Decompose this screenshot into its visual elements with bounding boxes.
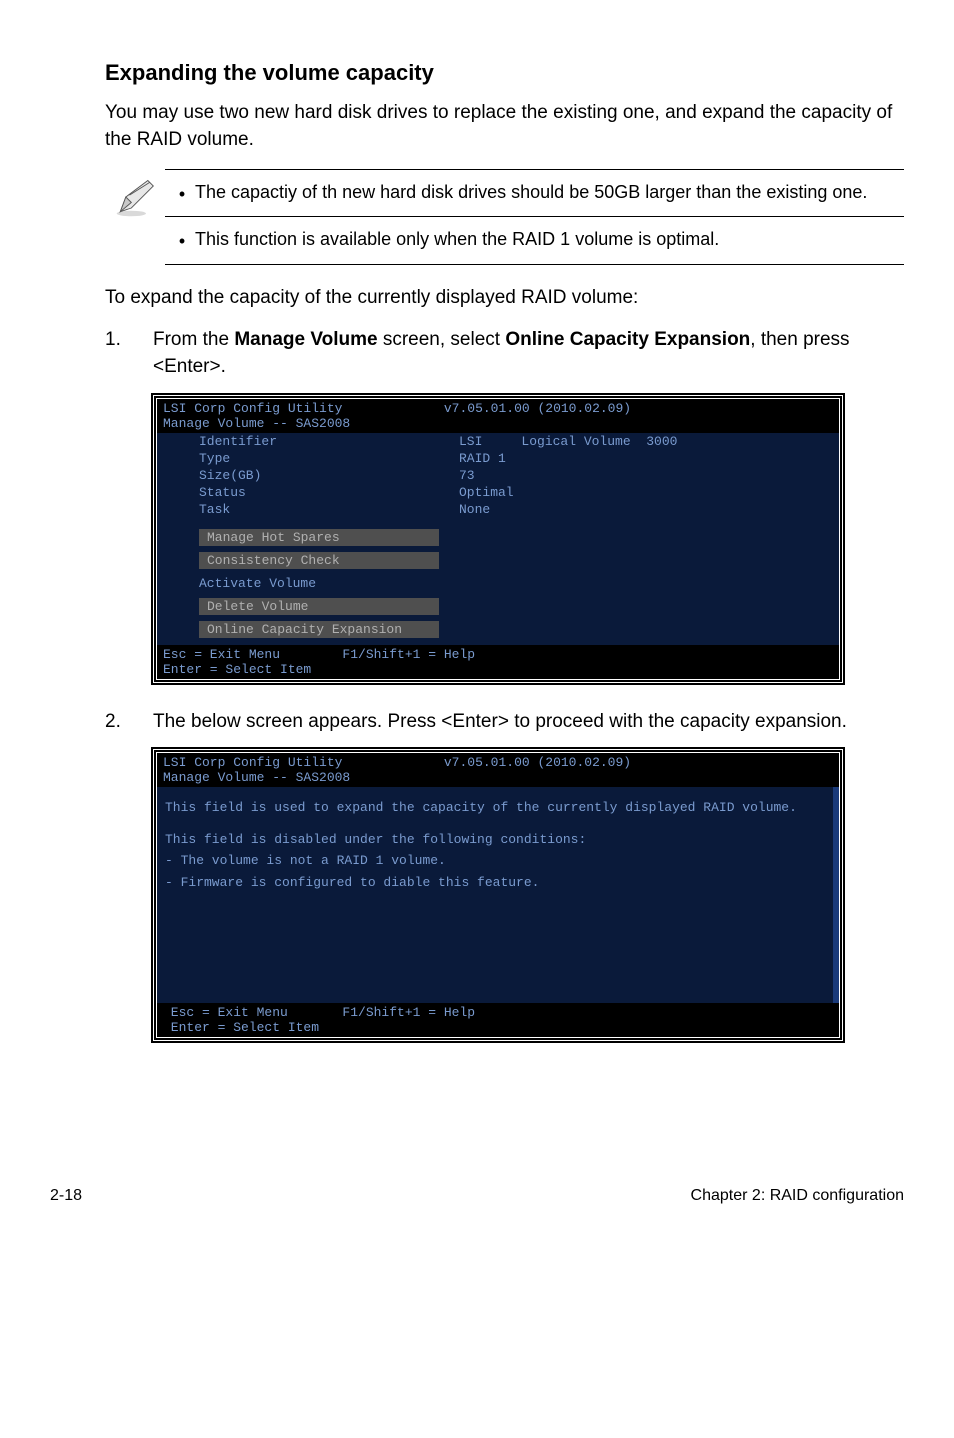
kv-value: LSI Logical Volume 3000 (459, 434, 677, 449)
spacer (157, 819, 833, 829)
terminal-paragraph: This field is used to expand the capacit… (157, 797, 833, 819)
terminal-title-left: LSI Corp Config Utility (163, 401, 342, 416)
note-text: This function is available only when the… (195, 227, 900, 251)
terminal-subtitle: Manage Volume -- SAS2008 (163, 770, 350, 785)
bullet-dot: • (169, 227, 195, 253)
note-item: • The capactiy of th new hard disk drive… (165, 170, 904, 216)
terminal-paragraph: - The volume is not a RAID 1 volume. (157, 850, 833, 872)
terminal-footer: Esc = Exit Menu F1/Shift+1 = Help Enter … (157, 1003, 839, 1037)
page: Expanding the volume capacity You may us… (0, 0, 954, 1107)
terminal-kv-row: Size(GB)73 (157, 467, 839, 484)
spacer (157, 518, 839, 526)
kv-key: Task (199, 502, 459, 517)
menu-item-activate-volume: Activate Volume (199, 575, 324, 592)
kv-key: Status (199, 485, 459, 500)
intro-paragraph: You may use two new hard disk drives to … (105, 100, 904, 153)
note-item: • This function is available only when t… (165, 216, 904, 263)
note-icon-col (105, 169, 165, 219)
terminal-screenshot-2: LSI Corp Config Utility v7.05.01.00 (201… (153, 749, 843, 1041)
note-text: The capactiy of th new hard disk drives … (195, 180, 900, 204)
note-list: • The capactiy of th new hard disk drive… (165, 169, 904, 265)
kv-key: Type (199, 451, 459, 466)
step-text: screen, select (378, 329, 506, 350)
step-text: From the (153, 329, 234, 350)
terminal-titlebar: LSI Corp Config Utility v7.05.01.00 (201… (157, 753, 839, 787)
step-list: 2. The below screen appears. Press <Ente… (105, 709, 904, 736)
step-number: 2. (105, 709, 153, 736)
bullet-dot: • (169, 180, 195, 206)
terminal-footer-line: Enter = Select Item (163, 662, 311, 677)
terminal-title-right: v7.05.01.00 (2010.02.09) (444, 401, 631, 416)
kv-value: 73 (459, 468, 475, 483)
spacer (157, 787, 833, 797)
kv-key: Size(GB) (199, 468, 459, 483)
pencil-icon (113, 175, 157, 219)
step-list: 1. From the Manage Volume screen, select… (105, 327, 904, 380)
step-number: 1. (105, 327, 153, 380)
terminal-title-left: LSI Corp Config Utility (163, 755, 342, 770)
terminal-kv-row: IdentifierLSI Logical Volume 3000 (157, 433, 839, 450)
chapter-label: Chapter 2: RAID configuration (691, 1187, 904, 1205)
section-heading: Expanding the volume capacity (105, 60, 904, 86)
kv-key: Identifier (199, 434, 459, 449)
lead-paragraph: To expand the capacity of the currently … (105, 285, 904, 312)
terminal-footer: Esc = Exit Menu F1/Shift+1 = Help Enter … (157, 645, 839, 679)
terminal-body: This field is used to expand the capacit… (157, 787, 839, 1003)
terminal-titlebar: LSI Corp Config Utility v7.05.01.00 (201… (157, 399, 839, 433)
terminal-footer-line: Enter = Select Item (163, 1020, 319, 1035)
terminal-subtitle: Manage Volume -- SAS2008 (163, 416, 350, 431)
kv-value: None (459, 502, 490, 517)
step-bold: Manage Volume (234, 329, 377, 350)
step-2: 2. The below screen appears. Press <Ente… (105, 709, 904, 736)
kv-value: RAID 1 (459, 451, 506, 466)
terminal-title-right: v7.05.01.00 (2010.02.09) (444, 755, 631, 770)
terminal-paragraph: - Firmware is configured to diable this … (157, 872, 833, 894)
menu-item-hot-spares: Manage Hot Spares (199, 529, 439, 546)
menu-item-online-capacity-expansion: Online Capacity Expansion (199, 621, 439, 638)
terminal-paragraph: This field is disabled under the followi… (157, 829, 833, 851)
menu-item-consistency-check: Consistency Check (199, 552, 439, 569)
terminal-kv-row: StatusOptimal (157, 484, 839, 501)
terminal-footer-line: Esc = Exit Menu F1/Shift+1 = Help (163, 647, 475, 662)
terminal-body: IdentifierLSI Logical Volume 3000 TypeRA… (157, 433, 839, 645)
note-block: • The capactiy of th new hard disk drive… (105, 169, 904, 265)
step-bold: Online Capacity Expansion (505, 329, 750, 350)
page-number: 2-18 (50, 1187, 82, 1205)
terminal-kv-row: TaskNone (157, 501, 839, 518)
menu-item-delete-volume: Delete Volume (199, 598, 439, 615)
page-footer: 2-18 Chapter 2: RAID configuration (50, 1187, 904, 1205)
step-1: 1. From the Manage Volume screen, select… (105, 327, 904, 380)
terminal-kv-row: TypeRAID 1 (157, 450, 839, 467)
step-body: From the Manage Volume screen, select On… (153, 327, 904, 380)
step-body: The below screen appears. Press <Enter> … (153, 709, 904, 736)
spacer (157, 893, 833, 1003)
terminal-footer-line: Esc = Exit Menu F1/Shift+1 = Help (163, 1005, 475, 1020)
terminal-screenshot-1: LSI Corp Config Utility v7.05.01.00 (201… (153, 395, 843, 683)
kv-value: Optimal (459, 485, 514, 500)
